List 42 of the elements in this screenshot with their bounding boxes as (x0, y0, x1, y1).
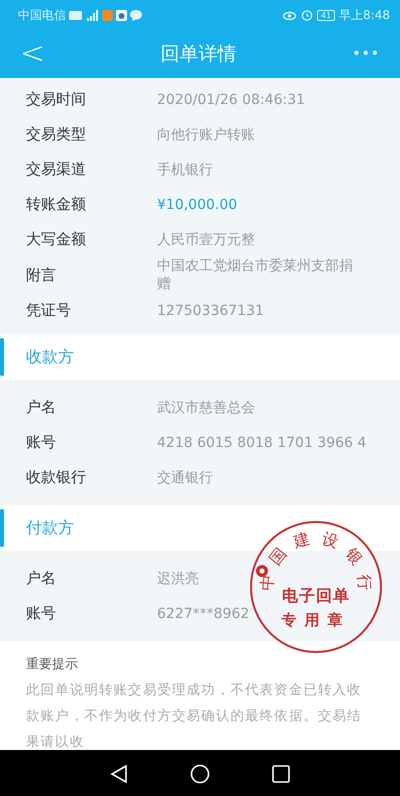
clock-time: 早上8:48 (339, 7, 390, 24)
field-value: 6227***8962 (157, 604, 250, 622)
notice-text: 此回单说明转账交易受理成功，不代表资金已转入收款账户，不作为收付方交易确认的最终依据。交易结果请以收 (26, 680, 363, 750)
alarm-icon (300, 9, 313, 21)
chat-icon (130, 10, 142, 20)
hd-icon (69, 10, 82, 20)
field-label: 户名 (26, 568, 57, 590)
more-button[interactable]: ••• (352, 44, 380, 64)
field-value: 2020/01/26 08:46:31 (157, 90, 306, 108)
field-value: 向他行账户转账 (157, 126, 255, 144)
section-title: 收款方 (26, 346, 74, 368)
app-icon (116, 10, 127, 20)
section-title: 付款方 (26, 517, 74, 539)
eye-icon (282, 10, 296, 20)
field-label: 账号 (26, 432, 57, 454)
field-value: 人民币壹万元整 (157, 230, 255, 248)
back-button[interactable]: < (20, 39, 46, 69)
field-value: 交通银行 (157, 468, 213, 486)
seal-stamp: 中国建设银行 电子回单 专用章 (248, 519, 384, 655)
field-label: 户名 (26, 397, 57, 418)
field-label: 附言 (26, 264, 57, 286)
field-value: 武汉市慈善总会 (157, 398, 255, 416)
field-value: 127503367131 (157, 302, 264, 320)
field-label: 转账金额 (26, 194, 87, 216)
battery-icon: 41 (316, 10, 336, 20)
field-label: 交易时间 (26, 89, 87, 110)
field-value: 4218 6015 8018 1701 3966 4 (157, 434, 366, 452)
field-label: 大写金额 (26, 229, 87, 250)
field-value: 中国农工党烟台市委莱州支部捐赠 (157, 257, 354, 293)
field-value: 迟洪亮 (157, 570, 199, 588)
signal-icon (85, 10, 99, 20)
notice-title: 重要提示 (26, 656, 79, 674)
page-title: 回单详情 (160, 42, 237, 67)
field-label: 交易类型 (26, 124, 87, 146)
field-label: 收款银行 (26, 467, 87, 488)
field-label: 账号 (26, 603, 57, 624)
field-value: ¥10,000.00 (157, 196, 238, 214)
app-icon (102, 10, 113, 20)
field-value: 手机银行 (157, 160, 213, 178)
carrier-name: 中国电信 (18, 7, 66, 24)
field-label: 凭证号 (26, 300, 72, 322)
field-label: 交易渠道 (26, 159, 87, 180)
